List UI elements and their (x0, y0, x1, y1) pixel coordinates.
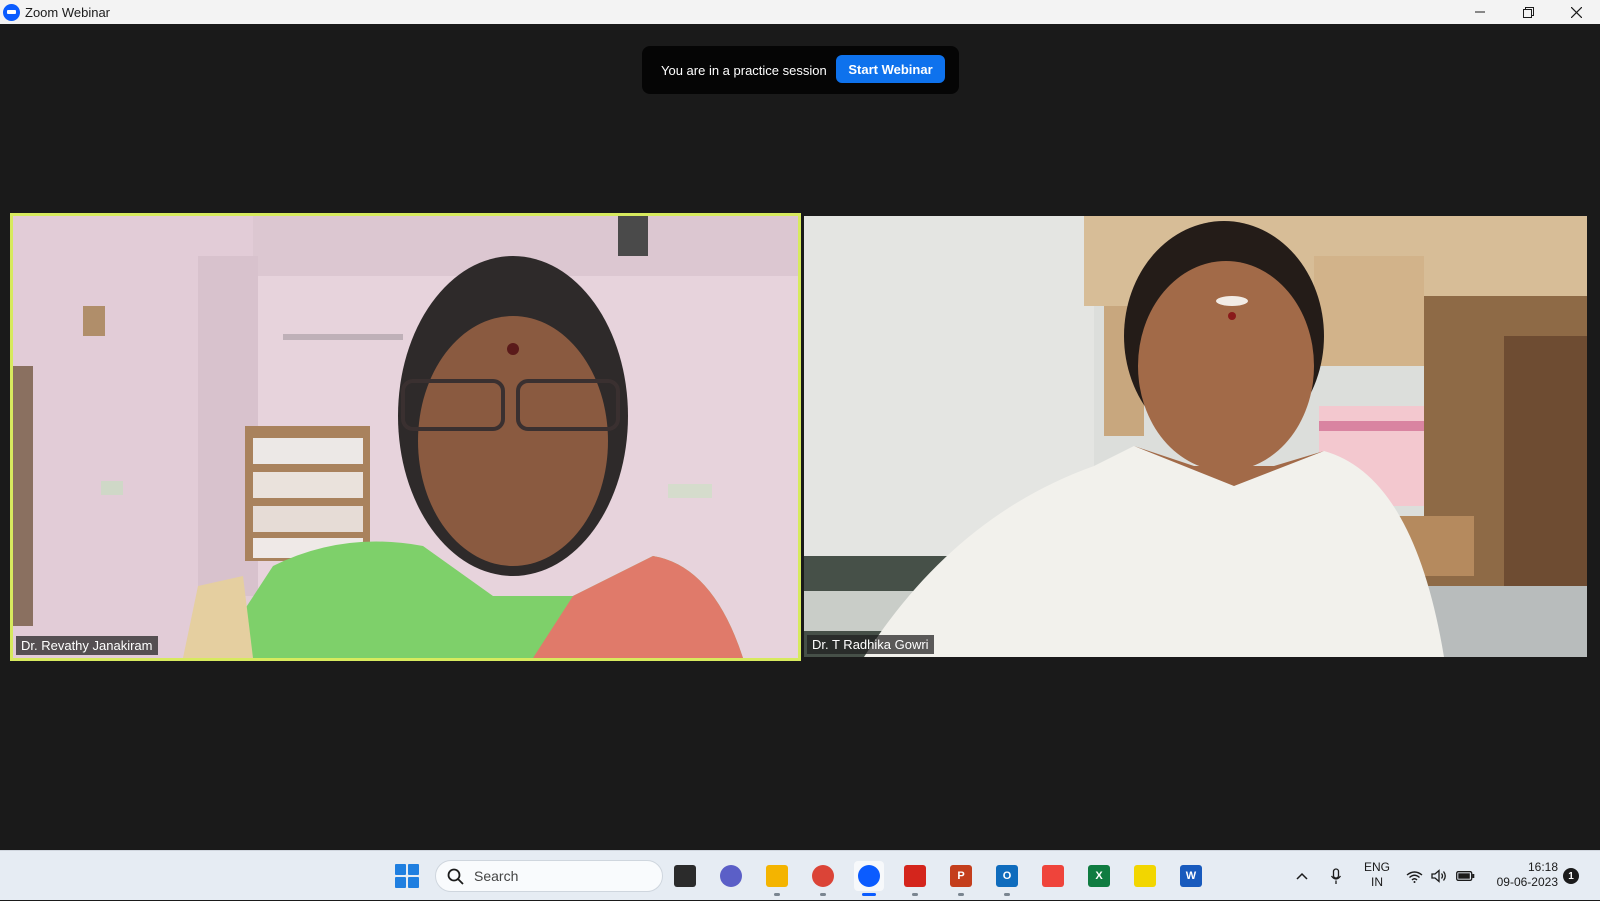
language-region: IN (1371, 875, 1383, 889)
close-button[interactable] (1552, 0, 1600, 24)
teams-chat-icon (720, 865, 742, 887)
taskbar-app-anydesk[interactable] (1038, 861, 1068, 891)
microphone-button[interactable] (1325, 851, 1347, 901)
taskbar-app-zoom[interactable] (854, 861, 884, 896)
participant-video (804, 216, 1587, 657)
clock-date: 09-06-2023 (1496, 875, 1558, 889)
participant-name-tag: Dr. Revathy Janakiram (16, 636, 158, 655)
taskbar-search[interactable] (435, 860, 663, 892)
volume-icon (1430, 869, 1446, 883)
zoom-logo-icon (3, 3, 20, 21)
zoom-icon (858, 865, 880, 887)
volume-button[interactable] (1428, 851, 1450, 901)
clock-time: 16:18 (1527, 860, 1558, 874)
windows-start-button[interactable] (395, 864, 419, 888)
microphone-icon (1330, 867, 1342, 884)
clock[interactable]: 16:18 09-06-2023 (1488, 860, 1558, 890)
close-icon (1570, 6, 1582, 18)
input-language-indicator[interactable]: ENG IN (1362, 860, 1392, 890)
taskbar-app-teams-chat[interactable] (716, 861, 746, 891)
meeting-stage: You are in a practice session Start Webi… (0, 24, 1600, 850)
practice-session-banner: You are in a practice session Start Webi… (642, 46, 959, 94)
start-icon (395, 864, 406, 875)
acrobat-icon (904, 865, 926, 887)
running-indicator (1004, 893, 1010, 896)
outlook-icon: O (996, 865, 1018, 887)
running-indicator (820, 893, 826, 896)
taskbar: P O X W ENG IN 16:18 09-06-2023 1 (0, 850, 1600, 900)
window-controls (1456, 0, 1600, 24)
wifi-icon (1406, 870, 1422, 883)
search-input[interactable] (474, 868, 634, 884)
battery-icon (1455, 871, 1474, 881)
participant-name-tag: Dr. T Radhika Gowri (807, 635, 934, 654)
running-indicator (912, 893, 918, 896)
sticky-notes-icon (1134, 865, 1156, 887)
powerpoint-icon: P (950, 865, 972, 887)
restore-icon (1522, 6, 1534, 18)
taskbar-app-task-view[interactable] (670, 861, 700, 891)
taskbar-app-acrobat[interactable] (900, 861, 930, 896)
taskbar-app-sticky-notes[interactable] (1130, 861, 1160, 891)
file-explorer-icon (766, 865, 788, 887)
chevron-up-icon (1296, 872, 1308, 880)
word-icon: W (1180, 865, 1202, 887)
running-indicator (862, 893, 876, 896)
wifi-button[interactable] (1403, 851, 1425, 901)
restore-button[interactable] (1504, 0, 1552, 24)
practice-session-text: You are in a practice session (661, 62, 827, 78)
participant-video-tile[interactable]: Dr. T Radhika Gowri (804, 216, 1587, 657)
anydesk-icon (1042, 865, 1064, 887)
participant-video-tile[interactable]: Dr. Revathy Janakiram (10, 213, 801, 661)
start-webinar-button[interactable]: Start Webinar (836, 55, 945, 83)
running-indicator (958, 893, 964, 896)
chrome-icon (812, 865, 834, 887)
task-view-icon (674, 865, 696, 887)
search-icon (447, 868, 464, 885)
excel-icon: X (1088, 865, 1110, 887)
participant-video (13, 216, 798, 658)
taskbar-app-file-explorer[interactable] (762, 861, 792, 896)
taskbar-app-word[interactable]: W (1176, 861, 1206, 891)
title-bar: Zoom Webinar (0, 0, 1600, 24)
taskbar-app-outlook[interactable]: O (992, 861, 1022, 896)
minimize-button[interactable] (1456, 0, 1504, 24)
show-hidden-icons-button[interactable] (1290, 851, 1314, 901)
language-code: ENG (1363, 860, 1390, 874)
running-indicator (774, 893, 780, 896)
minimize-icon (1475, 11, 1485, 13)
taskbar-app-chrome[interactable] (808, 861, 838, 896)
taskbar-app-excel[interactable]: X (1084, 861, 1114, 891)
battery-button[interactable] (1453, 851, 1477, 901)
taskbar-app-powerpoint[interactable]: P (946, 861, 976, 896)
notification-badge[interactable]: 1 (1563, 868, 1579, 884)
window-title: Zoom Webinar (25, 4, 111, 20)
